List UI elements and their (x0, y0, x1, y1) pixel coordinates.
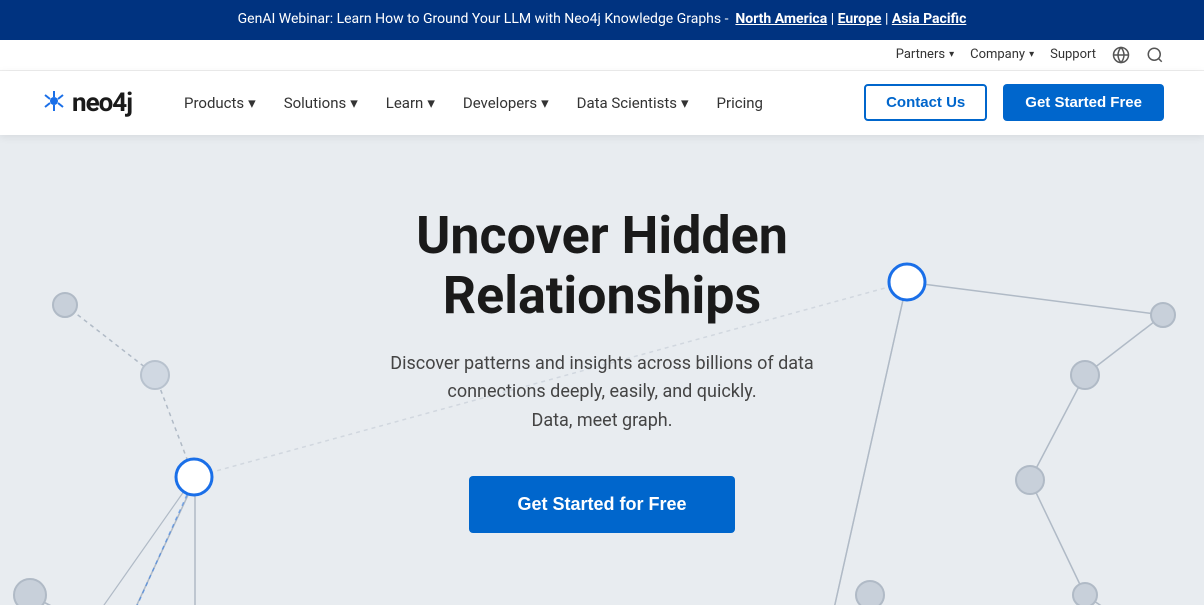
nav-actions: Contact Us Get Started Free (864, 84, 1164, 121)
partners-label: Partners (896, 47, 945, 62)
developers-label: Developers (463, 94, 537, 112)
pricing-label: Pricing (717, 94, 763, 112)
hero-subtitle-line1: Discover patterns and insights across bi… (390, 353, 813, 374)
data-scientists-chevron-icon: ▾ (681, 94, 689, 112)
hero-subtitle-line2: connections deeply, easily, and quickly. (447, 381, 756, 402)
hero-title-line2: Relationships (443, 265, 761, 326)
hero-subtitle-line3: Data, meet graph. (532, 410, 673, 431)
solutions-label: Solutions (284, 94, 347, 112)
banner-separator-2: | (885, 11, 892, 27)
products-chevron-icon: ▾ (248, 94, 256, 112)
hero-title-line1: Uncover Hidden (416, 205, 788, 266)
partners-menu[interactable]: Partners ▾ (896, 47, 954, 62)
logo-dot-icon (40, 87, 72, 119)
nav-items: Products ▾ Solutions ▾ Learn ▾ Developer… (172, 86, 864, 120)
banner-text: GenAI Webinar: Learn How to Ground Your … (238, 11, 732, 27)
partners-chevron-icon: ▾ (949, 49, 954, 60)
logo-text: neo4j (72, 88, 132, 118)
get-started-free-button[interactable]: Get Started Free (1003, 84, 1164, 121)
nav-developers[interactable]: Developers ▾ (451, 86, 561, 120)
hero-subtitle: Discover patterns and insights across bi… (390, 350, 813, 436)
developers-chevron-icon: ▾ (541, 94, 549, 112)
nav-data-scientists[interactable]: Data Scientists ▾ (565, 86, 701, 120)
search-icon[interactable] (1146, 46, 1164, 64)
hero-content: Uncover Hidden Relationships Discover pa… (370, 146, 833, 593)
data-scientists-label: Data Scientists (577, 94, 677, 112)
globe-icon[interactable] (1112, 46, 1130, 64)
support-label: Support (1050, 47, 1096, 62)
support-link[interactable]: Support (1050, 47, 1096, 62)
company-label: Company (970, 47, 1025, 62)
banner-link-europe[interactable]: Europe (838, 11, 882, 27)
solutions-chevron-icon: ▾ (350, 94, 358, 112)
contact-us-button[interactable]: Contact Us (864, 84, 987, 121)
nav-solutions[interactable]: Solutions ▾ (272, 86, 370, 120)
nav-learn[interactable]: Learn ▾ (374, 86, 447, 120)
logo[interactable]: neo4j (40, 87, 132, 119)
hero-section: Uncover Hidden Relationships Discover pa… (0, 135, 1204, 605)
learn-label: Learn (386, 94, 424, 112)
nav-products[interactable]: Products ▾ (172, 86, 268, 120)
company-chevron-icon: ▾ (1029, 49, 1034, 60)
nav-pricing[interactable]: Pricing (705, 86, 775, 120)
banner-separator-1: | (831, 11, 838, 27)
top-banner: GenAI Webinar: Learn How to Ground Your … (0, 0, 1204, 40)
banner-link-north-america[interactable]: North America (735, 11, 827, 27)
company-menu[interactable]: Company ▾ (970, 47, 1034, 62)
products-label: Products (184, 94, 244, 112)
main-nav: neo4j Products ▾ Solutions ▾ Learn ▾ Dev… (0, 71, 1204, 135)
learn-chevron-icon: ▾ (427, 94, 435, 112)
banner-link-asia-pacific[interactable]: Asia Pacific (892, 11, 967, 27)
get-started-for-free-button[interactable]: Get Started for Free (469, 476, 734, 533)
hero-title: Uncover Hidden Relationships (390, 206, 813, 326)
utility-nav: Partners ▾ Company ▾ Support (0, 40, 1204, 71)
